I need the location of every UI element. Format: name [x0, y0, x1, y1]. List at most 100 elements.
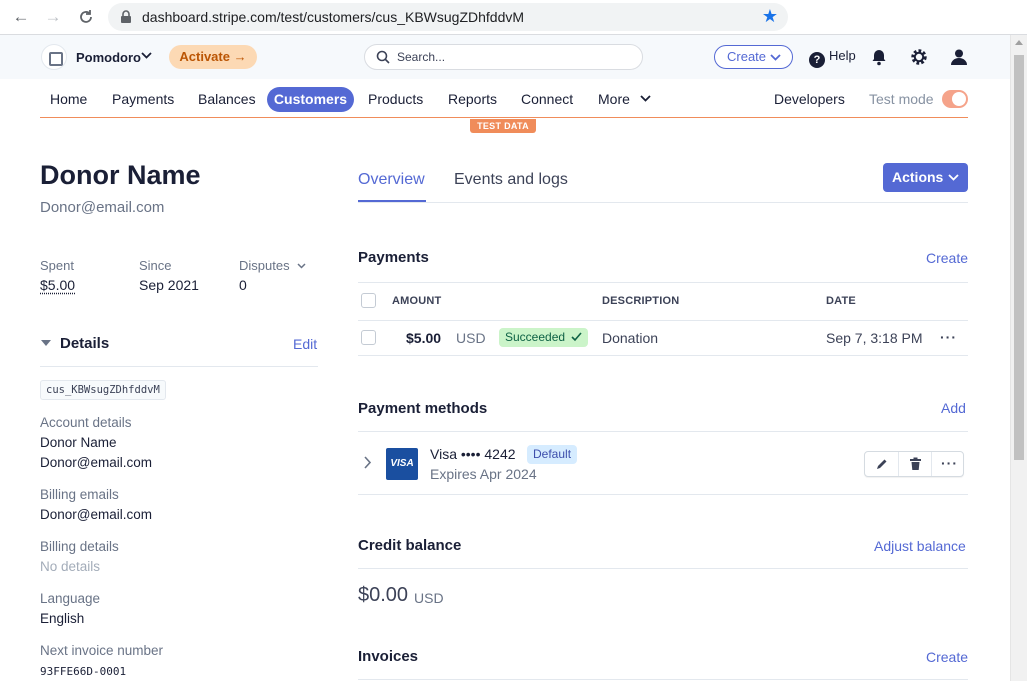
- back-icon[interactable]: ←: [10, 6, 32, 28]
- help-button[interactable]: ? Help: [809, 48, 856, 68]
- activate-button[interactable]: Activate →: [169, 45, 257, 69]
- divider: [358, 494, 968, 495]
- search-box[interactable]: [364, 44, 643, 70]
- payment-methods-heading: Payment methods: [358, 400, 488, 417]
- payments-heading: Payments: [358, 249, 429, 266]
- create-payment-link[interactable]: Create: [926, 250, 968, 266]
- divider: [358, 320, 968, 321]
- tab-overview[interactable]: Overview: [358, 171, 425, 189]
- test-mode-toggle[interactable]: [942, 90, 968, 108]
- card-name: Visa •••• 4242: [430, 446, 516, 462]
- nav-customers[interactable]: Customers: [267, 87, 354, 112]
- edit-details-link[interactable]: Edit: [293, 336, 317, 352]
- divider: [358, 679, 968, 680]
- help-icon: ?: [809, 52, 825, 68]
- divider: [358, 282, 968, 283]
- search-input[interactable]: [397, 48, 627, 66]
- language-value: English: [40, 611, 85, 626]
- visa-card-icon: VISA: [386, 448, 418, 480]
- card-expiry: Expires Apr 2024: [430, 466, 537, 482]
- create-invoice-link[interactable]: Create: [926, 649, 968, 665]
- divider: [358, 568, 968, 569]
- create-button[interactable]: Create: [714, 45, 793, 69]
- check-icon: [571, 332, 582, 342]
- language-label: Language: [40, 591, 101, 606]
- scrollbar[interactable]: [1010, 35, 1027, 681]
- scrollbar-thumb[interactable]: [1014, 55, 1024, 460]
- column-header-amount: AMOUNT: [392, 295, 442, 307]
- billing-emails-label: Billing emails: [40, 487, 119, 502]
- since-label: Since: [139, 258, 172, 273]
- bookmark-star-icon[interactable]: ★: [762, 6, 778, 27]
- account-details-name: Donor Name: [40, 435, 117, 450]
- billing-email-value: Donor@email.com: [40, 507, 152, 522]
- card-more-button[interactable]: ···: [932, 452, 965, 476]
- nav-payments[interactable]: Payments: [112, 91, 174, 107]
- gear-icon[interactable]: [909, 47, 929, 67]
- customer-email: Donor@email.com: [40, 199, 165, 216]
- customer-id[interactable]: cus_KBWsugZDhfddvM: [40, 380, 166, 400]
- nav-developers[interactable]: Developers: [774, 91, 845, 107]
- account-details-email: Donor@email.com: [40, 455, 152, 470]
- nav-reports[interactable]: Reports: [448, 91, 497, 107]
- tab-events-and-logs[interactable]: Events and logs: [454, 171, 568, 189]
- spent-label: Spent: [40, 258, 74, 273]
- nav-balances[interactable]: Balances: [198, 91, 256, 107]
- delete-card-button[interactable]: [899, 452, 932, 476]
- address-bar[interactable]: dashboard.stripe.com/test/customers/cus_…: [108, 3, 788, 31]
- payment-amount[interactable]: $5.00: [406, 330, 441, 346]
- column-header-description: DESCRIPTION: [602, 295, 680, 307]
- user-icon[interactable]: [949, 47, 969, 67]
- more-icon: ···: [941, 455, 958, 471]
- row-checkbox[interactable]: [361, 330, 376, 345]
- column-header-date: DATE: [826, 295, 856, 307]
- collapse-triangle-icon[interactable]: [41, 340, 51, 346]
- payment-currency: USD: [456, 330, 486, 346]
- nav-more[interactable]: More: [598, 91, 651, 107]
- pencil-icon: [877, 459, 887, 469]
- chevron-down-icon: [770, 54, 781, 61]
- account-logo-icon[interactable]: [41, 44, 67, 70]
- divider: [358, 431, 968, 432]
- spent-value[interactable]: $5.00: [40, 277, 75, 293]
- row-more-icon[interactable]: ···: [940, 329, 957, 345]
- billing-details-value: No details: [40, 559, 101, 574]
- details-heading[interactable]: Details: [60, 335, 109, 352]
- chevron-down-icon[interactable]: [141, 52, 152, 60]
- disputes-value: 0: [239, 277, 247, 293]
- top-header: Pomodoro Activate → Create ?Help: [0, 35, 1010, 79]
- next-invoice-label: Next invoice number: [40, 643, 164, 658]
- disputes-label[interactable]: Disputes: [239, 258, 306, 273]
- browser-toolbar: ← → dashboard.stripe.com/test/customers/…: [0, 0, 1027, 35]
- url-text: dashboard.stripe.com/test/customers/cus_…: [142, 9, 525, 25]
- select-all-checkbox[interactable]: [361, 293, 376, 308]
- edit-card-button[interactable]: [865, 452, 898, 476]
- main-nav: Home Payments Balances Customers Product…: [40, 80, 968, 118]
- billing-details-label: Billing details: [40, 539, 119, 554]
- invoices-heading: Invoices: [358, 648, 419, 665]
- adjust-balance-link[interactable]: Adjust balance: [874, 538, 966, 554]
- account-name[interactable]: Pomodoro: [76, 50, 141, 65]
- credit-balance-currency: USD: [414, 590, 444, 606]
- lock-icon: [121, 10, 131, 23]
- since-value: Sep 2021: [139, 277, 199, 293]
- chevron-down-icon: [948, 174, 959, 181]
- payment-date[interactable]: Sep 7, 3:18 PM: [826, 330, 923, 346]
- payment-method-actions: ···: [864, 451, 964, 477]
- next-invoice-value: 93FFE66D-0001: [40, 665, 127, 678]
- credit-balance-heading: Credit balance: [358, 537, 462, 554]
- nav-connect[interactable]: Connect: [521, 91, 573, 107]
- actions-button[interactable]: Actions: [883, 163, 968, 192]
- bell-icon[interactable]: [869, 47, 889, 67]
- reload-icon[interactable]: [75, 6, 97, 28]
- chevron-right-icon[interactable]: [363, 456, 372, 469]
- add-payment-method-link[interactable]: Add: [941, 400, 966, 416]
- scroll-up-arrow-icon[interactable]: [1015, 40, 1023, 45]
- forward-icon[interactable]: →: [42, 6, 64, 28]
- nav-products[interactable]: Products: [368, 91, 423, 107]
- nav-home[interactable]: Home: [50, 91, 87, 107]
- credit-balance-amount: $0.00: [358, 584, 409, 606]
- chevron-down-icon: [640, 95, 651, 102]
- payment-description[interactable]: Donation: [602, 330, 658, 346]
- divider: [358, 355, 968, 356]
